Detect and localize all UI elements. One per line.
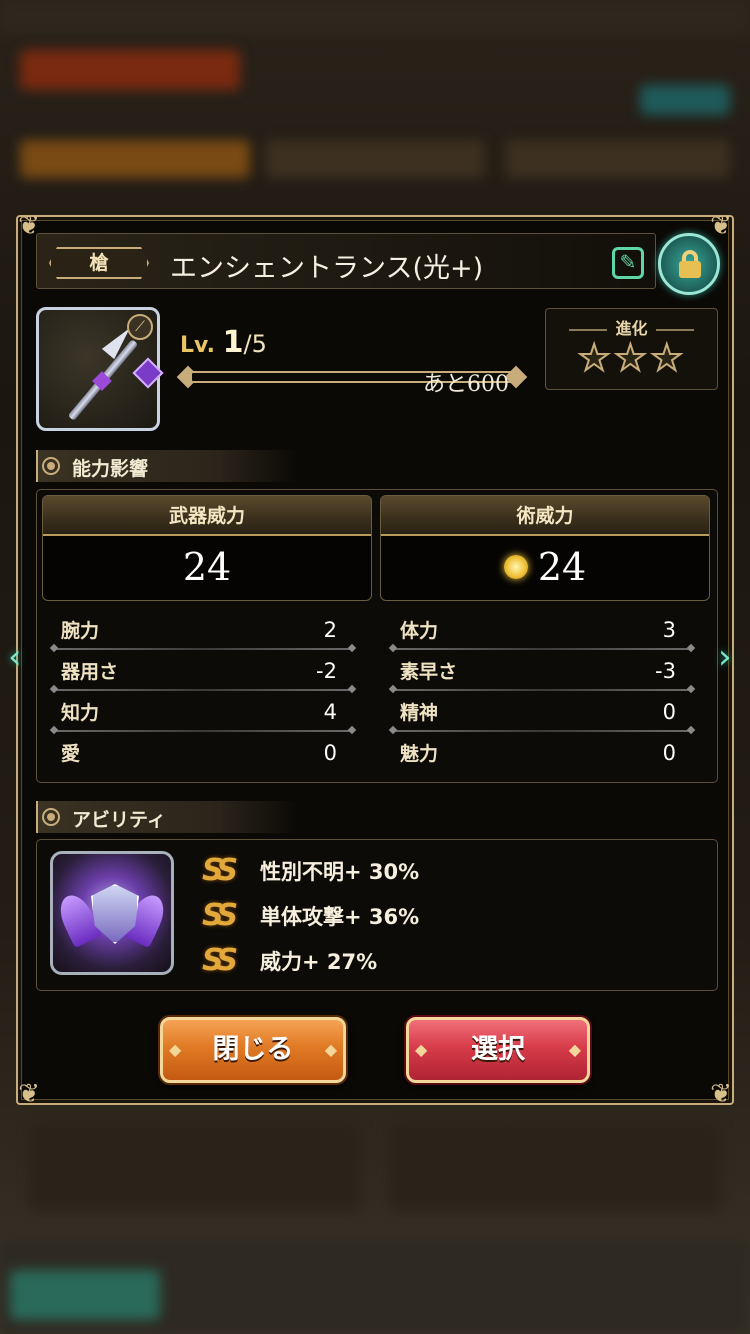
stat-row: 精神 0 — [392, 692, 692, 732]
section-label: 能力影響 — [72, 458, 149, 480]
arts-power-label: 術威力 — [381, 496, 709, 536]
prev-arrow-icon[interactable]: ‹ — [8, 637, 34, 677]
level-display: Lv. 1/5 — [180, 325, 267, 360]
stats-panel: 武器威力 24 術威力 24 腕力 2 器用さ -2 知力 4 愛0 体力 3 素早さ -… — [36, 489, 718, 783]
close-button[interactable]: 閉じる — [160, 1017, 346, 1083]
stat-label: 素早さ — [400, 661, 458, 683]
spear-type-icon: ⟋ — [127, 314, 153, 340]
ability-panel: SS 性別不明+ 30% SS 単体攻撃+ 36% SS 威力+ 27% — [36, 839, 718, 991]
stat-label: 魅力 — [400, 743, 439, 765]
stat-row: 素早さ -3 — [392, 651, 692, 691]
evolution-box: 進化 ★ ★ ★ — [545, 308, 718, 390]
weapon-power-value: 24 — [182, 545, 232, 589]
lock-button[interactable] — [658, 233, 720, 295]
ability-rank-icon: SS — [202, 898, 238, 933]
ability-rank-icon: SS — [202, 943, 238, 978]
star-icon: ★ — [613, 338, 647, 380]
section-label: アビリティ — [72, 809, 166, 831]
star-icon: ★ — [650, 338, 684, 380]
level-prefix: Lv. — [180, 333, 215, 358]
stat-value: 0 — [662, 700, 676, 724]
arts-power-box: 術威力 24 — [380, 495, 710, 601]
corner-ornament-icon: ❦ — [18, 1079, 40, 1109]
attribute-gem-icon — [132, 357, 164, 389]
stat-row: 器用さ -2 — [53, 651, 353, 691]
weapon-power-label: 武器威力 — [43, 496, 371, 536]
stat-label: 精神 — [400, 702, 439, 724]
evolution-title: 進化 — [546, 315, 717, 339]
weapon-header: 槍 エンシェントランス(光+) — [36, 233, 656, 289]
weapon-type-badge: 槍 — [49, 247, 149, 279]
section-abilities: アビリティ — [36, 801, 298, 833]
corner-ornament-icon: ❦ — [710, 211, 732, 241]
evolution-stars: ★ ★ ★ — [577, 338, 684, 380]
arts-power-value: 24 — [537, 545, 587, 589]
stat-value: -2 — [316, 659, 337, 683]
stat-value: 4 — [323, 700, 337, 724]
ability-rank-icon: SS — [202, 853, 238, 888]
stat-value: -3 — [655, 659, 676, 683]
stat-row: 腕力 2 — [53, 610, 353, 650]
stat-row: 知力 4 — [53, 692, 353, 732]
sun-icon — [503, 554, 528, 579]
weapon-power-box: 武器威力 24 — [42, 495, 372, 601]
stat-value: 2 — [323, 618, 337, 642]
corner-ornament-icon: ❦ — [710, 1079, 732, 1109]
lock-icon — [679, 250, 701, 278]
stat-label: 知力 — [61, 702, 100, 724]
level-max: /5 — [243, 330, 267, 358]
ability-text: 威力+ 27% — [260, 950, 378, 974]
stat-label: 腕力 — [61, 620, 100, 642]
weapon-detail-modal: ❦ ❦ ❦ ❦ 槍 エンシェントランス(光+) ✎ ⟋ Lv. 1/5 あと60… — [8, 211, 734, 1109]
stat-value: 3 — [662, 618, 676, 642]
section-ability-influence: 能力影響 — [36, 450, 298, 482]
edit-icon[interactable]: ✎ — [612, 247, 644, 279]
section-bullet-icon — [42, 457, 60, 475]
stat-row: 体力 3 — [392, 610, 692, 650]
weapon-name: エンシェントランス(光+) — [170, 253, 484, 284]
weapon-icon[interactable]: ⟋ — [36, 307, 164, 431]
stat-value: 0 — [323, 741, 337, 765]
select-button[interactable]: 選択 — [406, 1017, 590, 1083]
ability-text: 性別不明+ 30% — [260, 860, 420, 884]
stat-label: 愛 — [61, 743, 81, 765]
section-bullet-icon — [42, 808, 60, 826]
star-icon: ★ — [577, 338, 611, 380]
exp-remaining: あと600 — [423, 372, 509, 397]
stat-label: 体力 — [400, 620, 439, 642]
stat-row: 魅力 0 — [392, 733, 692, 773]
stat-label: 器用さ — [61, 661, 119, 683]
stat-value: 0 — [662, 741, 676, 765]
ability-text: 単体攻撃+ 36% — [260, 905, 420, 929]
ability-emblem-icon[interactable] — [50, 851, 174, 975]
next-arrow-icon[interactable]: › — [718, 637, 744, 677]
stat-row: 愛0 — [53, 733, 353, 773]
level-current: 1 — [222, 325, 244, 360]
